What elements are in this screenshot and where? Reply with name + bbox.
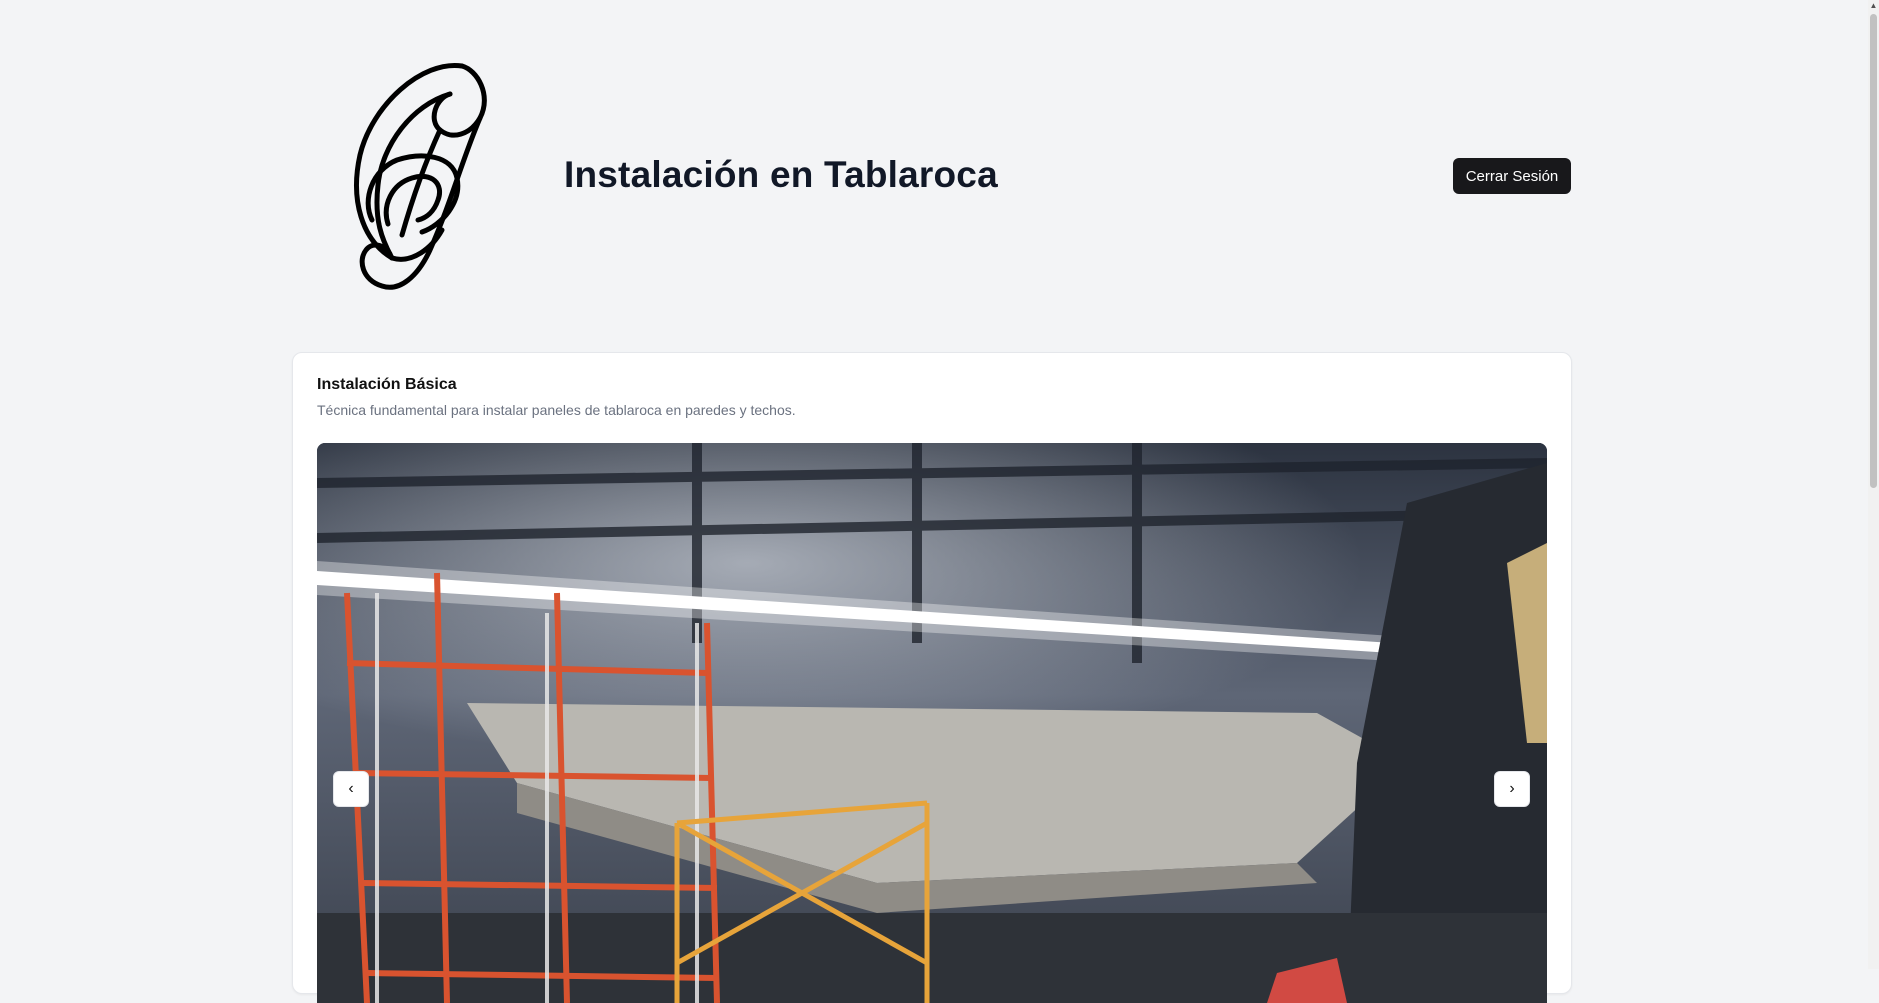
chain-link-logo-icon xyxy=(352,60,492,290)
carousel-prev-button[interactable]: ‹ xyxy=(333,771,369,807)
image-carousel: ‹ › xyxy=(317,443,1547,1003)
page-title: Instalación en Tablaroca xyxy=(564,154,998,195)
chevron-right-icon: › xyxy=(1509,780,1515,797)
page-scrollbar[interactable]: ▲ xyxy=(1868,0,1879,969)
card-title: Instalación Básica xyxy=(317,376,457,393)
page: Instalación en Tablaroca Cerrar Sesión I… xyxy=(0,0,1868,1003)
scrollbar-thumb[interactable] xyxy=(1870,14,1877,488)
carousel-image xyxy=(317,443,1547,1003)
logout-button[interactable]: Cerrar Sesión xyxy=(1453,158,1571,194)
card-description: Técnica fundamental para instalar panele… xyxy=(317,402,796,418)
page-header: Instalación en Tablaroca Cerrar Sesión xyxy=(292,48,1572,298)
chevron-left-icon: ‹ xyxy=(348,780,354,797)
technique-card: Instalación Básica Técnica fundamental p… xyxy=(292,352,1572,1003)
scroll-up-arrow-icon[interactable]: ▲ xyxy=(1868,0,1879,12)
carousel-next-button[interactable]: › xyxy=(1494,771,1530,807)
